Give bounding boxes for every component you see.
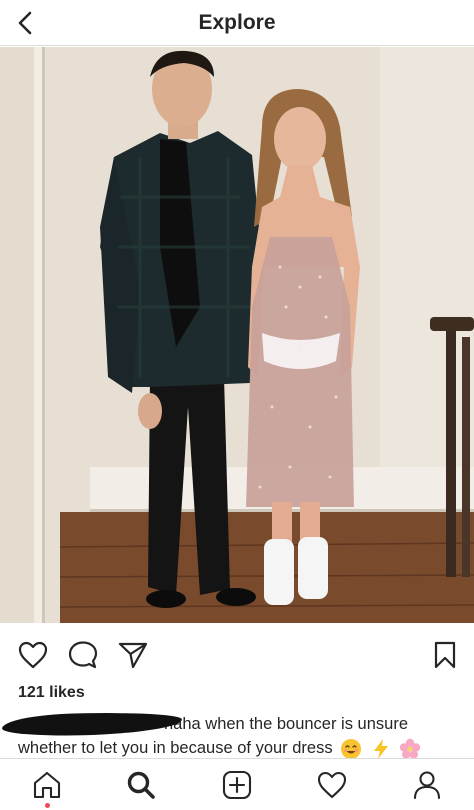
redacted-username [1, 710, 183, 738]
tab-search[interactable] [123, 767, 159, 803]
caption-second-line: whether to let you in because of your dr… [18, 736, 458, 760]
home-icon [33, 771, 61, 799]
post-caption: haha when the bouncer is unsure whether … [1, 710, 458, 760]
post-image[interactable] [0, 47, 474, 623]
comment-button[interactable] [66, 638, 100, 672]
comment-bubble-icon [68, 641, 98, 669]
save-button[interactable] [428, 638, 462, 672]
paper-plane-icon [118, 642, 148, 669]
share-button[interactable] [116, 638, 150, 672]
bookmark-icon [434, 641, 456, 669]
back-button[interactable] [12, 9, 40, 37]
bottom-tab-bar [0, 758, 474, 810]
person-icon [413, 771, 441, 800]
page-title: Explore [198, 10, 276, 34]
tab-profile[interactable] [409, 767, 445, 803]
caption-text-line2: whether to let you in because of your dr… [18, 739, 333, 757]
search-icon [127, 771, 155, 799]
plus-square-icon [222, 770, 252, 800]
top-nav-bar: Explore [0, 0, 474, 46]
caption-text-line1: haha when the bouncer is unsure [164, 715, 409, 733]
notification-dot [45, 803, 50, 808]
cherry-blossom-icon [400, 738, 421, 759]
heart-icon [18, 641, 48, 669]
tab-home[interactable] [29, 767, 65, 803]
chevron-left-icon [18, 11, 32, 35]
like-button[interactable] [16, 638, 50, 672]
post-actions [0, 628, 474, 680]
smiling-face-icon [341, 738, 362, 759]
tab-activity[interactable] [314, 767, 350, 803]
lightning-icon [373, 738, 388, 759]
likes-count[interactable]: 121 likes [18, 684, 85, 702]
post-photo [0, 47, 474, 623]
caption-first-line: haha when the bouncer is unsure [1, 710, 458, 738]
heart-icon [317, 771, 347, 799]
tab-new-post[interactable] [219, 767, 255, 803]
